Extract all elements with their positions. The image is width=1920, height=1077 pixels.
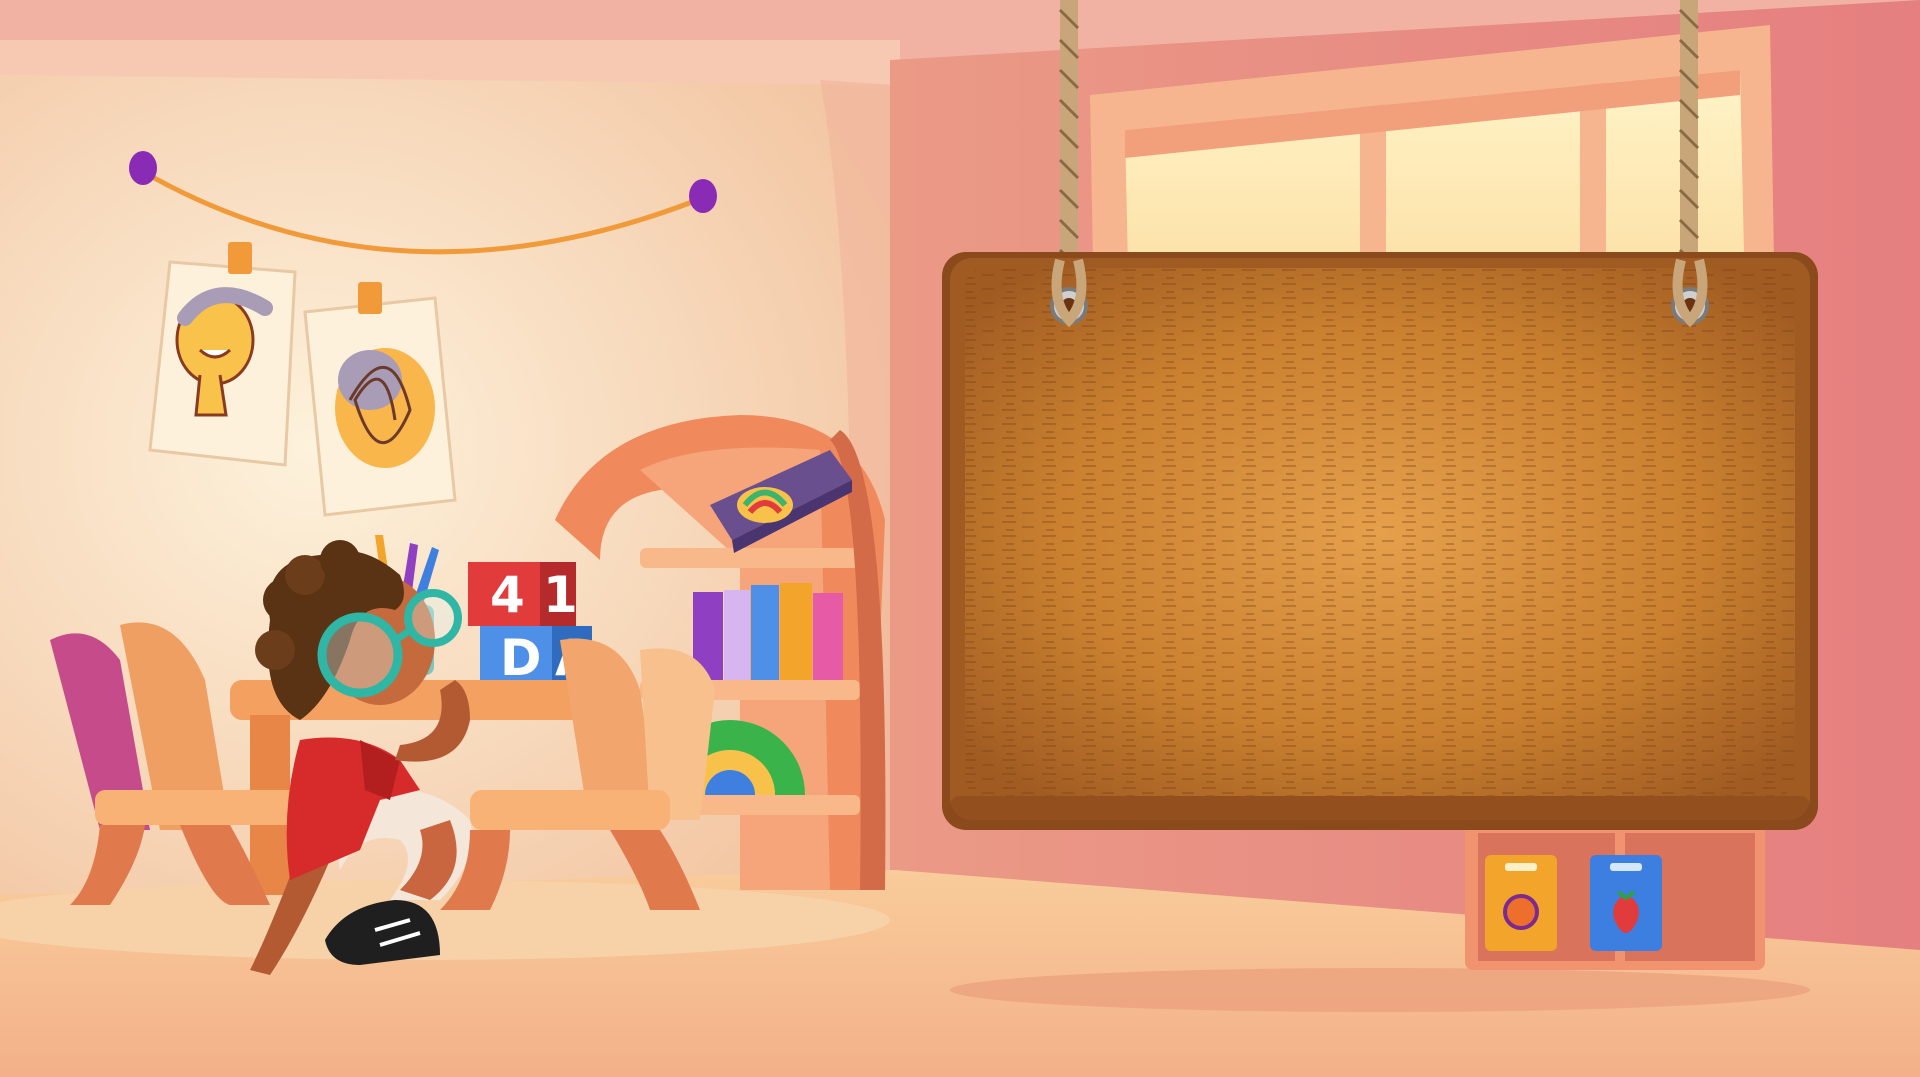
wooden-sign[interactable] [942,252,1818,830]
letter-block[interactable]: 4 1 [468,562,578,626]
fruit-box-orange[interactable] [1485,855,1557,951]
block-label-red: 4 [490,566,525,624]
pin-icon [129,151,157,185]
pin-icon [689,179,717,213]
block-label-red-side: 1 [543,566,578,624]
books[interactable] [693,583,843,680]
block-label-blue: D [500,629,542,687]
drawing-face[interactable] [148,242,297,467]
cubby-shelf [1465,820,1765,970]
drawing-scribble[interactable] [303,282,457,517]
fruit-box-blue[interactable] [1590,855,1662,951]
classroom-scene: 4 1 D A [0,0,1920,1077]
sign-shadow [950,968,1810,1012]
